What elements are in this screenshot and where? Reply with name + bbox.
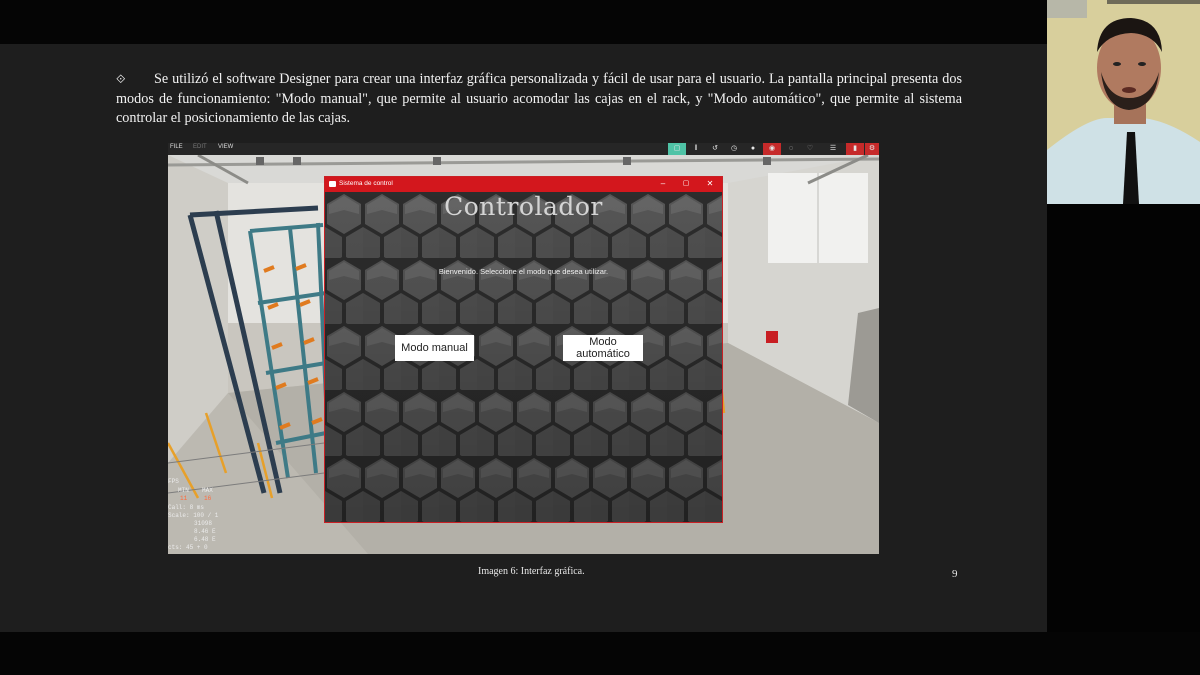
window-title: Sistema de control <box>339 180 393 187</box>
app-icon <box>329 181 336 187</box>
paragraph-text: Se utilizó el software Designer para cre… <box>116 71 962 126</box>
fps-min-label: MIN <box>178 487 189 494</box>
control-system-window: Sistema de control – ▢ ✕ Controlador Bie… <box>324 176 723 523</box>
page-number: 9 <box>952 568 958 580</box>
stats-row: Scale: 100 / 1 <box>168 512 219 519</box>
fps-max-label: MAX <box>202 487 213 494</box>
controller-heading: Controlador <box>444 192 603 221</box>
automatic-mode-button[interactable]: Modo automático <box>563 335 643 361</box>
fps-max-value: 16 <box>204 495 212 502</box>
video-bottom-bar <box>0 632 1200 675</box>
pause-icon[interactable]: ‖ <box>687 143 705 155</box>
timer-icon[interactable]: ◷ <box>725 143 743 155</box>
select-icon[interactable]: ▢ <box>668 143 686 155</box>
list-icon[interactable]: ☰ <box>824 143 842 155</box>
diamond-bullet-icon: ⟐ <box>116 72 126 86</box>
menu-edit[interactable]: EDIT <box>193 144 207 150</box>
stats-row: cts: 45 + 0 <box>168 544 208 551</box>
simulator-menubar: FILE EDIT VIEW ▢ ‖ ↺ ◷ ● ◉ ◌ ♡ ☰ ▮ ⚙ <box>168 143 879 155</box>
video-top-bar <box>0 0 1200 44</box>
camera-icon[interactable]: ● <box>744 143 762 155</box>
menu-view[interactable]: VIEW <box>218 144 233 150</box>
presenter-webcam <box>1047 0 1200 204</box>
slide-paragraph: ⟐ Se utilizó el software Designer para cr… <box>116 70 962 129</box>
window-titlebar[interactable]: Sistema de control – ▢ ✕ <box>325 177 722 192</box>
stats-row: 31098 <box>194 520 213 527</box>
settings-icon[interactable]: ⚙ <box>865 143 879 155</box>
io-icon[interactable]: ◉ <box>763 143 781 155</box>
reset-icon[interactable]: ↺ <box>706 143 724 155</box>
minimize-icon[interactable]: – <box>657 179 669 188</box>
chart-icon[interactable]: ▮ <box>846 143 864 155</box>
stats-row: 8.46 E <box>194 528 216 535</box>
simulator-screenshot: FILE EDIT VIEW ▢ ‖ ↺ ◷ ● ◉ ◌ ♡ ☰ ▮ ⚙ FPS… <box>168 143 879 554</box>
close-icon[interactable]: ✕ <box>704 179 716 188</box>
fps-min-value: 11 <box>180 495 188 502</box>
stats-row: 6.48 E <box>194 536 216 543</box>
hexagon-background <box>325 192 722 522</box>
fps-title: FPS <box>168 478 179 485</box>
stats-row: Call: 8 ms <box>168 504 205 511</box>
heart-icon[interactable]: ♡ <box>801 143 819 155</box>
right-panel <box>1047 204 1200 632</box>
image-caption: Imagen 6: Interfaz gráfica. <box>478 566 585 577</box>
menu-file[interactable]: FILE <box>170 144 183 150</box>
sensor-icon[interactable]: ◌ <box>782 143 800 155</box>
maximize-icon[interactable]: ▢ <box>680 179 692 187</box>
manual-mode-button[interactable]: Modo manual <box>395 335 474 361</box>
welcome-message: Bienvenido. Seleccione el modo que desea… <box>438 267 609 276</box>
